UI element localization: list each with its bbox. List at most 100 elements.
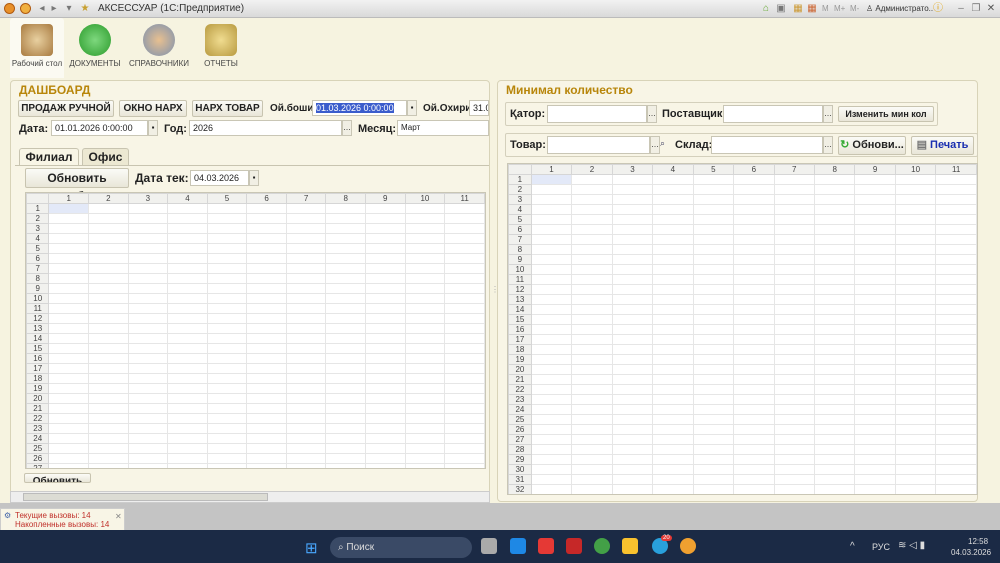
cell[interactable]: [611, 444, 654, 455]
cell[interactable]: [206, 363, 248, 374]
cell[interactable]: [692, 324, 735, 335]
cell[interactable]: [364, 463, 406, 468]
cell[interactable]: [611, 214, 654, 225]
cell[interactable]: [894, 434, 937, 445]
row-header[interactable]: 8: [508, 244, 532, 255]
cell[interactable]: [404, 293, 446, 304]
cell[interactable]: [48, 213, 90, 224]
cell[interactable]: [571, 364, 613, 375]
cell[interactable]: [167, 393, 208, 404]
app-icon[interactable]: [566, 538, 582, 554]
cell[interactable]: [611, 314, 654, 325]
cell[interactable]: [167, 373, 208, 384]
cell[interactable]: [127, 203, 169, 214]
cell[interactable]: [894, 374, 937, 385]
cell[interactable]: [325, 363, 366, 374]
cell[interactable]: [444, 203, 485, 214]
cell[interactable]: [48, 273, 90, 284]
cell[interactable]: [48, 313, 90, 324]
row-header[interactable]: 16: [508, 324, 532, 335]
cell[interactable]: [692, 344, 735, 355]
cell[interactable]: [325, 313, 366, 324]
cell[interactable]: [444, 333, 485, 344]
column-header[interactable]: 8: [325, 193, 366, 204]
back-icon[interactable]: ◂: [36, 3, 48, 15]
row-header[interactable]: 19: [26, 383, 50, 394]
cell[interactable]: [935, 244, 977, 255]
cell[interactable]: [854, 244, 896, 255]
cell[interactable]: [854, 364, 896, 375]
cell[interactable]: [692, 474, 735, 485]
cell[interactable]: [813, 384, 856, 395]
cell[interactable]: [894, 214, 937, 225]
cell[interactable]: [88, 233, 129, 244]
cell[interactable]: [571, 384, 613, 395]
cell[interactable]: [652, 194, 694, 205]
refresh-minimal-button[interactable]: ↻ Обнови...: [838, 136, 906, 155]
cell[interactable]: [88, 263, 129, 274]
cell[interactable]: [611, 334, 654, 345]
cell[interactable]: [530, 204, 573, 215]
cell[interactable]: [167, 383, 208, 394]
cell[interactable]: [854, 424, 896, 435]
cell[interactable]: [88, 363, 129, 374]
cell[interactable]: [692, 264, 735, 275]
cell[interactable]: [325, 213, 366, 224]
cell[interactable]: [773, 264, 815, 275]
cell[interactable]: [167, 433, 208, 444]
task-view-icon[interactable]: [481, 538, 497, 554]
cell[interactable]: [404, 403, 446, 414]
cell[interactable]: [571, 424, 613, 435]
cell[interactable]: [773, 204, 815, 215]
cell[interactable]: [935, 284, 977, 295]
cell[interactable]: [652, 184, 694, 195]
clock-date[interactable]: 04.03.2026: [951, 548, 991, 557]
column-header[interactable]: 4: [652, 164, 694, 175]
cell[interactable]: [364, 443, 406, 454]
cell[interactable]: [364, 223, 406, 234]
row-header[interactable]: 3: [26, 223, 50, 234]
cell[interactable]: [444, 243, 485, 254]
cell[interactable]: [611, 254, 654, 265]
minimal-spreadsheet[interactable]: 1 2 3 4 5 6 7 8 9 10 11 1 2 3 4 5 6 7 8 9 10 11 12 13 14 15 16 17 18…: [507, 163, 978, 495]
cell[interactable]: [935, 434, 977, 445]
cell[interactable]: [773, 484, 815, 494]
cell[interactable]: [167, 343, 208, 354]
cell[interactable]: [571, 294, 613, 305]
cell[interactable]: [571, 484, 613, 494]
cell[interactable]: [444, 373, 485, 384]
cell[interactable]: [733, 294, 775, 305]
cell[interactable]: [611, 344, 654, 355]
cell[interactable]: [854, 344, 896, 355]
cell[interactable]: [285, 233, 327, 244]
cell[interactable]: [127, 253, 169, 264]
cell[interactable]: [48, 393, 90, 404]
cell[interactable]: [935, 214, 977, 225]
cell[interactable]: [285, 453, 327, 464]
cell[interactable]: [246, 333, 287, 344]
cell[interactable]: [571, 334, 613, 345]
column-header[interactable]: 11: [444, 193, 485, 204]
cell[interactable]: [854, 284, 896, 295]
cell[interactable]: [127, 263, 169, 274]
cell[interactable]: [652, 264, 694, 275]
cell[interactable]: [611, 204, 654, 215]
cell[interactable]: [48, 383, 90, 394]
cell[interactable]: [773, 324, 815, 335]
cell[interactable]: [894, 464, 937, 475]
cell[interactable]: [773, 174, 815, 185]
cell[interactable]: [88, 283, 129, 294]
row-header[interactable]: 9: [508, 254, 532, 265]
cell[interactable]: [206, 213, 248, 224]
cell[interactable]: [571, 204, 613, 215]
cell[interactable]: [611, 354, 654, 365]
cell[interactable]: [167, 463, 208, 468]
cell[interactable]: [285, 393, 327, 404]
column-header[interactable]: 2: [571, 164, 613, 175]
cell[interactable]: [935, 294, 977, 305]
cell[interactable]: [894, 234, 937, 245]
cell[interactable]: [854, 434, 896, 445]
row-header[interactable]: 4: [26, 233, 50, 244]
cell[interactable]: [692, 334, 735, 345]
cell[interactable]: [88, 433, 129, 444]
